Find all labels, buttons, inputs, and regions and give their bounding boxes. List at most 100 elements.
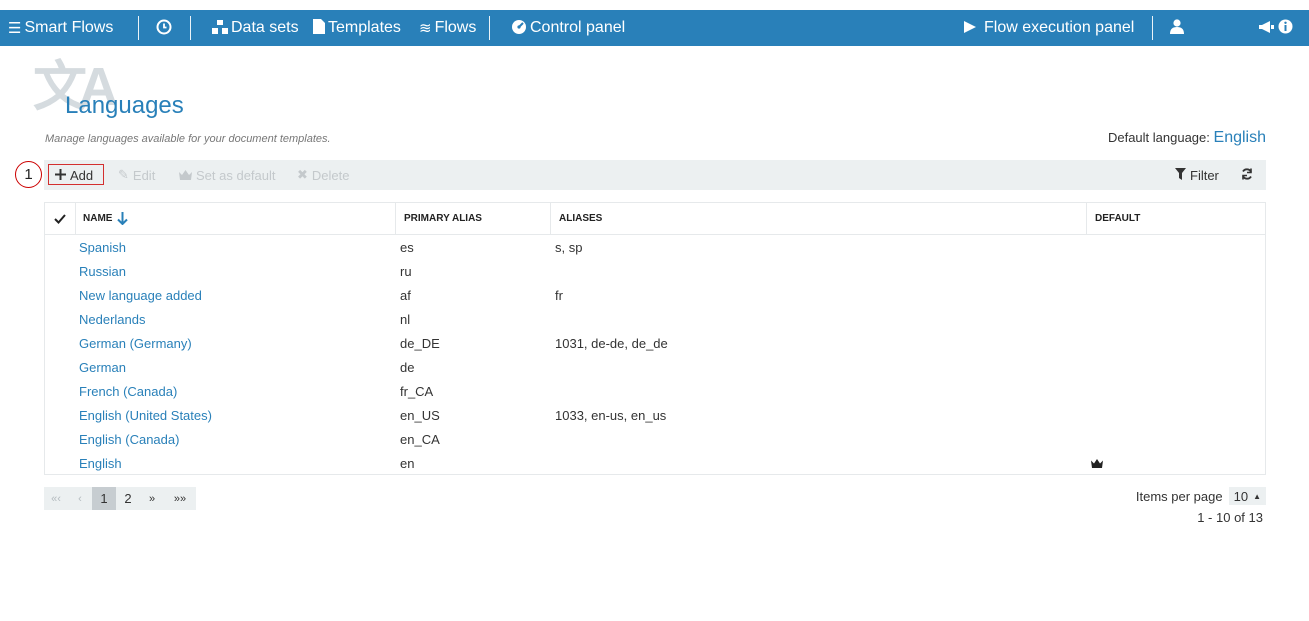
sort-down-icon <box>117 212 129 225</box>
cell-primary-alias: en <box>400 455 415 471</box>
nav-datasets[interactable]: Data sets <box>212 10 299 46</box>
page-button[interactable]: 2 <box>116 487 140 510</box>
file-icon <box>313 19 325 37</box>
cell-name[interactable]: English <box>79 451 122 475</box>
table-row[interactable]: German de <box>45 355 1265 379</box>
table-header: Name Primary alias Aliases Default <box>45 203 1265 235</box>
cell-primary-alias: fr_CA <box>400 383 434 399</box>
default-language-label: Default language: <box>1107 130 1210 145</box>
next-page-button[interactable]: » <box>140 487 164 510</box>
filter-icon <box>1175 167 1186 183</box>
cell-name[interactable]: Russian <box>79 259 126 283</box>
table-row[interactable]: English en <box>45 451 1265 475</box>
crown-icon <box>179 168 192 183</box>
brand-label: Smart Flows <box>24 19 114 36</box>
cell-primary-alias: en_CA <box>400 431 440 447</box>
info-icon <box>1278 19 1293 37</box>
table-row[interactable]: English (United States) en_US 1033, en-us,… <box>45 403 1265 427</box>
cell-name[interactable]: New language added <box>79 283 202 307</box>
table-row[interactable]: New language added af fr <box>45 283 1265 307</box>
set-default-button-label: Set as default <box>196 167 276 183</box>
step-marker: 1 <box>15 161 42 188</box>
waves-icon: ≋ <box>419 19 432 37</box>
table-row[interactable]: Nederlands nl <box>45 307 1265 331</box>
nav-execution-panel[interactable]: Flow execution panel <box>963 10 1134 46</box>
nav-datasets-label: Data sets <box>231 19 299 36</box>
stack-icon: ☰ <box>8 19 22 37</box>
items-per-page-label: Items per page <box>1135 488 1223 504</box>
nav-flows[interactable]: ≋ Flows <box>419 10 476 46</box>
refresh-icon <box>1241 167 1253 183</box>
clock-icon <box>156 19 172 38</box>
delete-button[interactable]: ✖ Delete <box>297 160 349 190</box>
history-button[interactable] <box>156 10 175 46</box>
cell-default <box>1091 451 1103 475</box>
edit-button-label: Edit <box>132 167 156 183</box>
table-row[interactable]: Spanish es s, sp <box>45 235 1265 259</box>
add-button-highlight <box>48 164 104 185</box>
table-row[interactable]: German (Germany) de_DE 1031, de-de, de_de <box>45 331 1265 355</box>
cell-primary-alias: en_US <box>400 407 440 423</box>
prev-page-button[interactable]: ‹ <box>68 487 92 510</box>
refresh-button[interactable] <box>1241 160 1257 190</box>
items-per-page-select[interactable]: 10 ▲ <box>1228 487 1266 505</box>
cell-name[interactable]: German (Germany) <box>79 331 192 355</box>
cell-name[interactable]: German <box>79 355 126 379</box>
nav-divider <box>1152 16 1153 40</box>
user-menu-button[interactable] <box>1170 10 1187 46</box>
nav-control-panel-label: Control panel <box>530 19 626 36</box>
table-row[interactable]: English (Canada) en_CA <box>45 427 1265 451</box>
nav-control-panel[interactable]: Control panel <box>511 10 625 46</box>
default-language-value[interactable]: English <box>1214 129 1266 146</box>
cell-aliases: fr <box>555 287 563 303</box>
table-row[interactable]: Russian ru <box>45 259 1265 283</box>
range-summary: 1 - 10 of 13 <box>1197 510 1263 525</box>
cell-name[interactable]: English (United States) <box>79 403 212 427</box>
edit-button[interactable]: ✎ Edit <box>118 160 155 190</box>
nav-flows-label: Flows <box>434 19 477 36</box>
nav-divider <box>138 16 139 40</box>
last-page-button[interactable]: »» <box>164 487 196 510</box>
nav-divider <box>489 16 490 40</box>
languages-table: Name Primary alias Aliases Default Spani… <box>44 202 1266 475</box>
close-icon: ✖ <box>297 167 308 182</box>
cell-name[interactable]: Nederlands <box>79 307 146 331</box>
page-button[interactable]: 1 <box>92 487 116 510</box>
dashboard-icon <box>511 19 527 38</box>
items-per-page-value: 10 <box>1233 488 1249 504</box>
pagination: «‹ ‹ 1 2 » »» <box>44 487 196 510</box>
announcements-button[interactable] <box>1259 10 1296 46</box>
cell-name[interactable]: Spanish <box>79 235 126 259</box>
column-header-primary-alias[interactable]: Primary alias <box>396 203 550 234</box>
crown-icon <box>1091 458 1103 468</box>
caret-up-icon: ▲ <box>1253 491 1261 501</box>
sitemap-icon <box>212 19 228 37</box>
default-language: Default language: English <box>1108 129 1266 147</box>
cell-primary-alias: de_DE <box>400 335 440 351</box>
nav-execution-panel-label: Flow execution panel <box>984 19 1135 36</box>
filter-button-label: Filter <box>1190 167 1219 183</box>
pencil-icon: ✎ <box>118 167 129 182</box>
brand-link[interactable]: ☰ Smart Flows <box>8 10 113 46</box>
check-icon <box>54 213 66 224</box>
toolbar: Add ✎ Edit Set as default ✖ Delete Filte… <box>44 160 1266 190</box>
page-subtitle: Manage languages available for your docu… <box>45 133 331 145</box>
first-page-button[interactable]: «‹ <box>44 487 68 510</box>
nav-templates[interactable]: Templates <box>313 10 401 46</box>
cell-name[interactable]: English (Canada) <box>79 427 179 451</box>
column-header-name-label: Name <box>83 213 113 224</box>
cell-name[interactable]: French (Canada) <box>79 379 177 403</box>
nav-templates-label: Templates <box>328 19 401 36</box>
select-all-checkbox[interactable] <box>45 203 75 234</box>
cell-aliases: 1033, en-us, en_us <box>555 407 667 423</box>
column-header-aliases[interactable]: Aliases <box>551 203 1086 234</box>
nav-divider <box>190 16 191 40</box>
cell-aliases: 1031, de-de, de_de <box>555 335 668 351</box>
cell-primary-alias: ru <box>400 263 412 279</box>
column-header-name[interactable]: Name <box>75 203 395 234</box>
column-header-default[interactable]: Default <box>1087 203 1265 234</box>
table-row[interactable]: French (Canada) fr_CA <box>45 379 1265 403</box>
filter-button[interactable]: Filter <box>1175 160 1219 190</box>
set-default-button[interactable]: Set as default <box>179 160 276 190</box>
user-icon <box>1170 19 1184 37</box>
